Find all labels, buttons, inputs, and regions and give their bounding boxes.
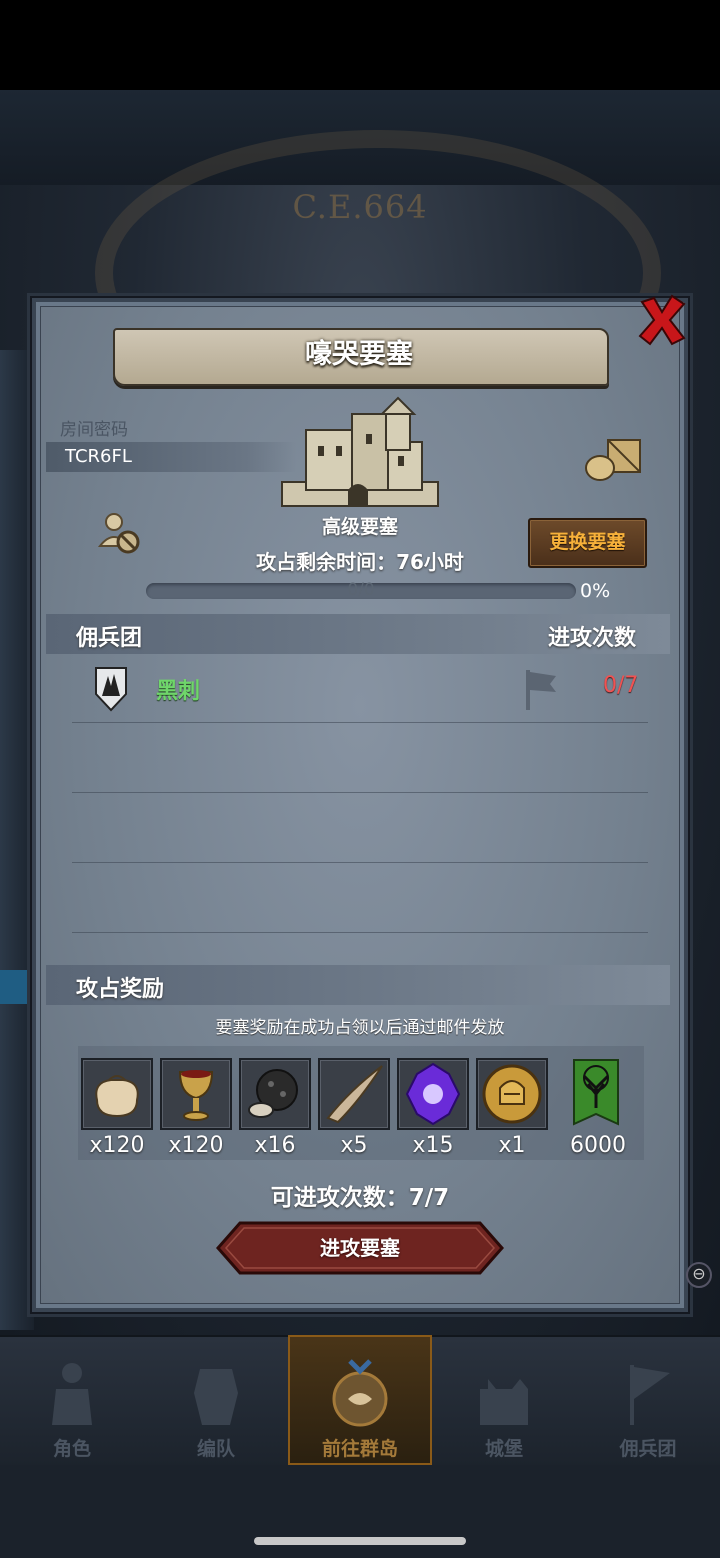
nav-label: 佣兵团 <box>619 1438 677 1460</box>
nav-label: 城堡 <box>484 1438 523 1460</box>
row-divider <box>72 932 648 933</box>
tree-banner-icon <box>573 1059 619 1126</box>
reward-slot[interactable] <box>160 1058 232 1130</box>
reward-qty: x5 <box>340 1133 368 1158</box>
reward-section-title: 攻占奖励 <box>76 977 165 1002</box>
supplies-icon[interactable] <box>582 436 644 482</box>
room-code-label: 房间密码 <box>60 420 128 440</box>
goblet-icon <box>178 1070 214 1121</box>
flag-icon <box>526 670 556 710</box>
nav-item-castle[interactable]: 城堡 <box>432 1335 576 1465</box>
compass-map-icon <box>332 1359 388 1427</box>
castle-nav-icon <box>480 1379 528 1425</box>
reward-qty: x16 <box>254 1133 296 1158</box>
nav-label: 前往群岛 <box>321 1438 398 1460</box>
ore-icon <box>248 1069 298 1118</box>
era-text: C.E.664 <box>292 188 428 226</box>
guild-name[interactable]: 黑刺 <box>156 673 200 705</box>
knight-icon <box>52 1363 92 1425</box>
reward-slot[interactable] <box>476 1058 548 1130</box>
dialog-title: 嚎哭要塞 <box>305 339 413 370</box>
progress-percent: 0% <box>580 580 611 602</box>
reward-note: 要塞奖励在成功占领以后通过邮件发放 <box>215 1018 505 1038</box>
armor-icon <box>194 1369 238 1425</box>
home-indicator[interactable] <box>254 1537 466 1545</box>
reward-qty: 6000 <box>570 1133 626 1158</box>
remaining-time: 攻占剩余时间：76小时 <box>256 550 464 574</box>
reward-slot[interactable] <box>81 1058 153 1130</box>
row-divider <box>72 722 648 723</box>
mercenary-section-title: 佣兵团 <box>76 626 143 651</box>
attack-fortress-label[interactable]: 进攻要塞 <box>216 1221 504 1275</box>
reward-qty: x15 <box>412 1133 454 1158</box>
nav-item-formation[interactable]: 编队 <box>144 1335 288 1465</box>
reward-slot[interactable] <box>560 1058 632 1130</box>
attacks-available: 可进攻次数：7/7 <box>270 1185 450 1211</box>
reward-slot[interactable] <box>397 1058 469 1130</box>
horn-icon <box>326 1065 383 1124</box>
sack-icon <box>95 1075 139 1118</box>
helmet-coin-icon <box>482 1064 542 1124</box>
purple-gem-icon <box>405 1062 461 1126</box>
row-divider <box>72 792 648 793</box>
guild-attack-count: 0/7 <box>603 673 639 698</box>
nav-item-islands[interactable]: 前往群岛 <box>288 1335 432 1465</box>
close-icon[interactable] <box>636 292 688 348</box>
banner-nav-icon <box>630 1365 670 1425</box>
guild-emblem-icon <box>95 667 127 712</box>
reward-qty: x120 <box>89 1133 145 1158</box>
left-side-icon[interactable] <box>0 970 34 1004</box>
status-bar-area <box>0 0 720 90</box>
progress-text: 0/0 <box>347 580 375 600</box>
row-divider <box>72 862 648 863</box>
attacks-header: 进攻次数 <box>548 626 637 651</box>
nav-label: 编队 <box>196 1438 235 1460</box>
room-code[interactable]: TCR6FL <box>65 446 132 467</box>
reward-qty: x120 <box>168 1133 224 1158</box>
side-scroll-marker[interactable]: ⊖ <box>686 1262 712 1288</box>
nav-item-mercenary[interactable]: 佣兵团 <box>576 1335 720 1465</box>
castle-icon <box>281 396 439 507</box>
reward-slot[interactable] <box>318 1058 390 1130</box>
reward-qty: x1 <box>498 1133 526 1158</box>
nav-item-character[interactable]: 角色 <box>0 1335 144 1465</box>
nav-label: 角色 <box>52 1438 91 1460</box>
reward-slot[interactable] <box>239 1058 311 1130</box>
